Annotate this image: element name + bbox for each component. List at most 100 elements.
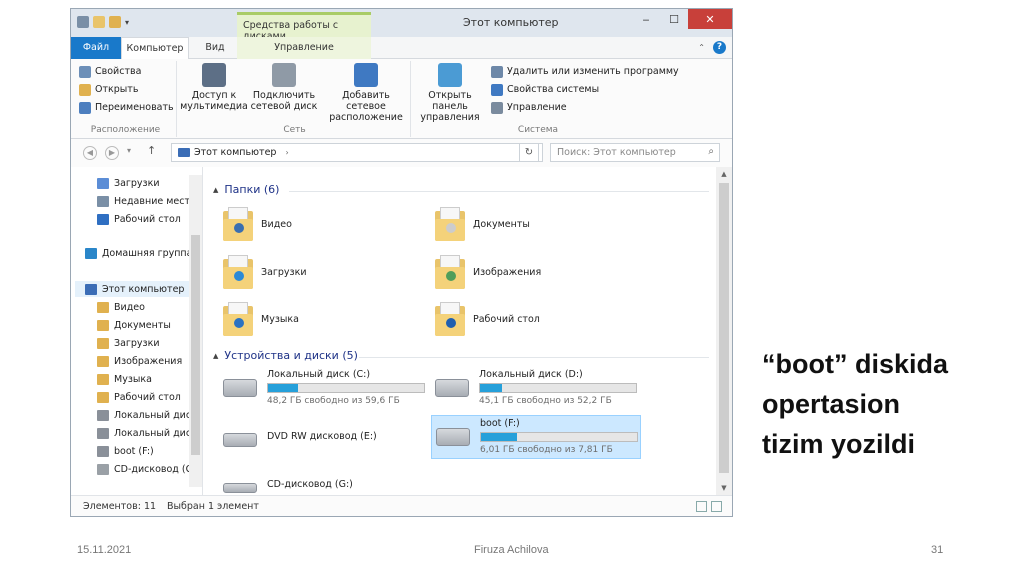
collapse-triangle-icon[interactable]: ▲ <box>213 186 218 194</box>
uninstall-program-button[interactable]: Удалить или изменить программу <box>491 63 679 80</box>
downloads-icon <box>97 177 109 189</box>
sidebar-item-label: Домашняя группа <box>102 247 193 259</box>
control-panel-button[interactable]: Открыть панель управления <box>413 63 487 123</box>
scroll-up-arrow[interactable]: ▲ <box>716 167 732 181</box>
search-placeholder: Поиск: Этот компьютер <box>557 147 676 158</box>
large-icons-view-icon[interactable] <box>711 501 722 512</box>
window-controls: ‒ ☐ ✕ <box>632 9 732 29</box>
chevron-up-icon[interactable]: ⌃ <box>698 43 705 52</box>
context-tab-group: Средства работы с дисками <box>237 12 371 42</box>
folder-item-downloads[interactable]: Загрузки <box>223 255 307 289</box>
search-icon[interactable]: ⌕ <box>708 146 714 157</box>
sidebar-item-pictures[interactable]: Изображения <box>97 353 182 369</box>
window-title: Этот компьютер <box>463 16 559 29</box>
folder-label: Видео <box>261 218 292 230</box>
drive-usage-bar <box>480 432 638 442</box>
sidebar-item-local-disk-d[interactable]: Локальный диск <box>97 425 197 441</box>
media-access-button[interactable]: Доступ к мультимедиа <box>179 63 249 112</box>
tab-computer[interactable]: Компьютер <box>121 37 189 59</box>
up-arrow-icon[interactable]: ↑ <box>147 144 156 157</box>
sidebar-item-boot[interactable]: boot (F:) <box>97 443 154 459</box>
system-properties-icon <box>491 83 503 96</box>
map-network-drive-button[interactable]: Подключить сетевой диск <box>249 63 319 112</box>
sidebar-item-label: Недавние места <box>114 195 196 207</box>
minimize-button[interactable]: ‒ <box>632 9 660 29</box>
drive-usage-bar <box>267 383 425 393</box>
manage-button[interactable]: Управление <box>491 99 567 116</box>
sidebar-item-local-disk-c[interactable]: Локальный диск <box>97 407 197 423</box>
recent-places-icon <box>97 195 109 207</box>
sidebar-item-label: Локальный диск <box>114 427 197 439</box>
sidebar-item-homegroup[interactable]: Домашняя группа <box>85 245 192 261</box>
system-properties-button[interactable]: Свойства системы <box>491 81 599 98</box>
content-scrollbar[interactable]: ▲ ▼ <box>716 167 732 495</box>
sidebar-item-music[interactable]: Музыка <box>97 371 152 387</box>
sidebar-item-this-pc[interactable]: Этот компьютер <box>75 281 189 297</box>
drive-free-space: 48,2 ГБ свободно из 59,6 ГБ <box>267 396 400 406</box>
chevron-right-icon[interactable]: › <box>286 148 289 157</box>
chevron-down-icon[interactable]: ▾ <box>125 18 129 27</box>
tab-file[interactable]: Файл <box>71 37 121 59</box>
folders-section-header[interactable]: ▲ Папки (6) <box>213 183 279 196</box>
sidebar-item-cd-drive[interactable]: CD-дисковод (G: <box>97 461 196 477</box>
new-folder-icon[interactable] <box>93 16 105 28</box>
sidebar-item-documents[interactable]: Документы <box>97 317 171 333</box>
drive-item-boot[interactable]: boot (F:) 6,01 ГБ свободно из 7,81 ГБ <box>431 415 641 459</box>
close-button[interactable]: ✕ <box>688 9 732 29</box>
folder-item-pictures[interactable]: Изображения <box>435 255 541 289</box>
folder-item-desktop[interactable]: Рабочий стол <box>435 302 540 336</box>
folder-item-documents[interactable]: Документы <box>435 207 530 241</box>
sidebar-item-label: CD-дисковод (G: <box>114 463 197 475</box>
sidebar-item-label: Загрузки <box>114 177 160 189</box>
open-button[interactable]: Открыть <box>79 81 138 98</box>
drive-item-g[interactable]: CD-дисковод (G:) <box>223 465 433 495</box>
drive-item-d[interactable]: Локальный диск (D:) 45,1 ГБ свободно из … <box>435 369 645 409</box>
drive-item-e[interactable]: DVD RW дисковод (E:) <box>223 417 433 457</box>
caption-line: tizim yozildi <box>762 429 916 459</box>
add-network-location-button[interactable]: Добавить сетевое расположение <box>323 63 409 123</box>
scrollbar-thumb[interactable] <box>191 235 200 455</box>
chevron-down-icon[interactable]: ▾ <box>127 146 131 155</box>
sidebar-item-recent[interactable]: Недавние места <box>97 193 196 209</box>
homegroup-icon <box>85 247 97 259</box>
back-button[interactable]: ◀ <box>83 146 97 160</box>
tab-manage[interactable]: Управление <box>237 37 371 59</box>
sidebar-item-video[interactable]: Видео <box>97 299 145 315</box>
forward-button[interactable]: ▶ <box>105 146 119 160</box>
status-bar: Элементов: 11 Выбран 1 элемент <box>71 495 732 516</box>
properties-button[interactable]: Свойства <box>79 63 141 80</box>
drive-item-c[interactable]: Локальный диск (C:) 48,2 ГБ свободно из … <box>223 369 433 409</box>
scrollbar-thumb[interactable] <box>719 183 729 473</box>
refresh-button[interactable]: ↻ <box>519 143 539 162</box>
sidebar-item-desktop[interactable]: Рабочий стол <box>97 211 181 227</box>
caption-line: opertasion <box>762 389 901 419</box>
rename-button[interactable]: Переименовать <box>79 99 174 116</box>
tab-view[interactable]: Вид <box>193 37 237 59</box>
sidebar-scrollbar[interactable] <box>189 175 202 487</box>
folder-icon[interactable] <box>109 16 121 28</box>
details-view-icon[interactable] <box>696 501 707 512</box>
sidebar-item-desktop-2[interactable]: Рабочий стол <box>97 389 181 405</box>
uninstall-icon <box>491 65 503 78</box>
sidebar-item-downloads[interactable]: Загрузки <box>97 175 160 191</box>
properties-label: Свойства <box>95 66 142 77</box>
slide-caption: “boot” diskida opertasion tizim yozildi <box>762 344 948 464</box>
footer-page-number: 31 <box>931 544 944 556</box>
drives-section-title: Устройства и диски (5) <box>224 349 358 362</box>
search-input[interactable]: Поиск: Этот компьютер ⌕ <box>550 143 720 162</box>
collapse-triangle-icon[interactable]: ▲ <box>213 352 218 360</box>
open-icon <box>79 83 91 96</box>
drives-section-header[interactable]: ▲ Устройства и диски (5) <box>213 349 358 362</box>
maximize-button[interactable]: ☐ <box>660 9 688 29</box>
address-box[interactable]: Этот компьютер › <box>171 143 543 162</box>
drive-name: DVD RW дисковод (E:) <box>267 431 377 442</box>
folder-item-video[interactable]: Видео <box>223 207 292 241</box>
network-location-icon <box>354 63 378 87</box>
help-icon[interactable]: ? <box>713 41 726 54</box>
group-name-network: Сеть <box>283 125 306 135</box>
scroll-down-arrow[interactable]: ▼ <box>716 481 732 495</box>
navigation-pane: Загрузки Недавние места Рабочий стол Дом… <box>71 167 203 495</box>
folder-item-music[interactable]: Музыка <box>223 302 299 336</box>
properties-icon[interactable] <box>77 16 89 28</box>
sidebar-item-downloads-2[interactable]: Загрузки <box>97 335 160 351</box>
